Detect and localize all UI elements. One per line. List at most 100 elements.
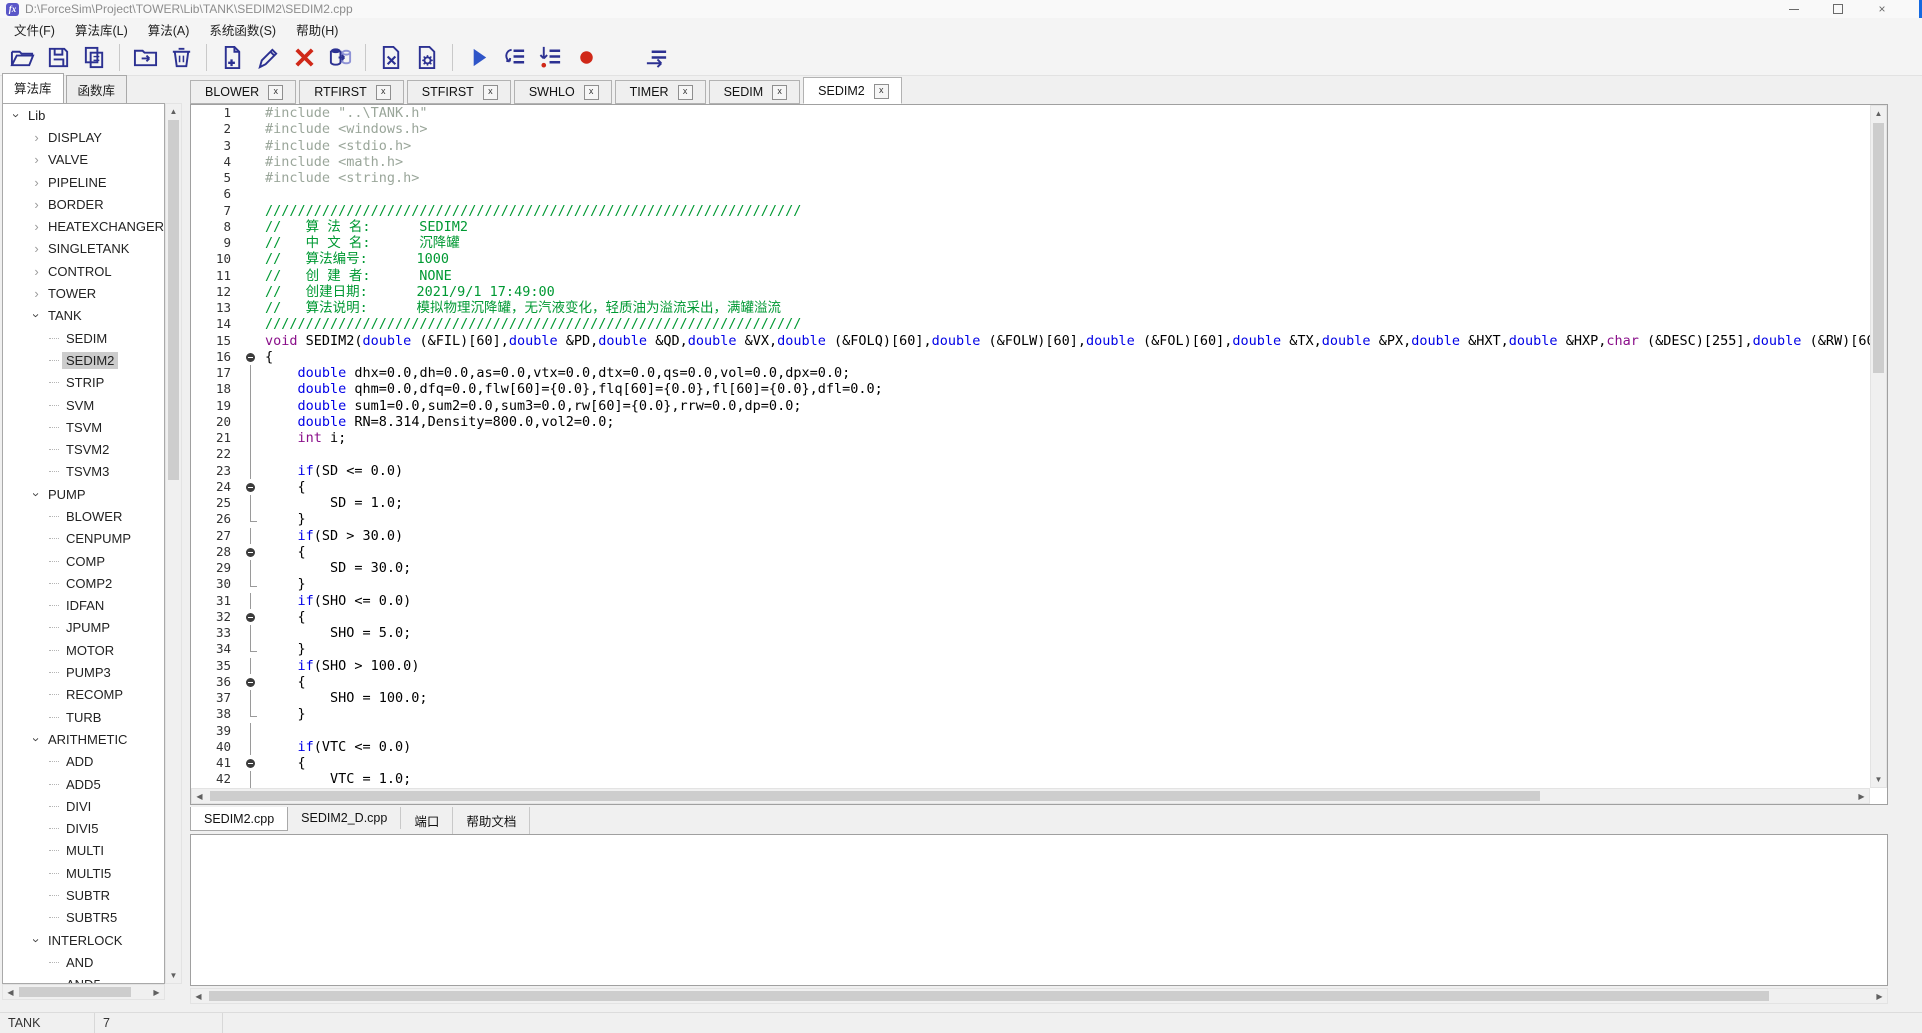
tree-item-blower[interactable]: BLOWER [3,505,164,527]
scroll-right-icon[interactable]: ▶ [1854,789,1869,803]
chevron-right-icon[interactable]: › [29,220,44,233]
file-view-tab-sedim2-d-cpp[interactable]: SEDIM2_D.cpp [288,807,401,829]
tree-item-add5[interactable]: ADD5 [3,773,164,795]
file-view-tab-sedim2-cpp[interactable]: SEDIM2.cpp [190,807,288,831]
tree-item-subtr[interactable]: SUBTR [3,884,164,906]
step-into-button[interactable] [532,42,568,74]
tree-item-valve[interactable]: ›VALVE [3,149,164,171]
tree-item-heatexchanger[interactable]: ›HEATEXCHANGER [3,215,164,237]
tree-item-tower[interactable]: ›TOWER [3,282,164,304]
scrollbar-thumb[interactable] [1873,123,1884,373]
scrollbar-thumb[interactable] [168,120,179,480]
scrollbar-thumb[interactable] [19,987,131,997]
chevron-down-icon[interactable]: › [10,108,23,123]
paste-button[interactable] [76,42,112,74]
tree-item-recomp[interactable]: RECOMP [3,684,164,706]
tree-item-comp[interactable]: COMP [3,550,164,572]
tree-item-and5[interactable]: AND5 [3,974,164,984]
tree-item-add[interactable]: ADD [3,751,164,773]
chevron-down-icon[interactable]: › [30,308,43,323]
open-button[interactable] [4,42,40,74]
tree-item-cenpump[interactable]: CENPUMP [3,528,164,550]
chevron-right-icon[interactable]: › [29,265,44,278]
chevron-right-icon[interactable]: › [29,242,44,255]
menu-item-3[interactable]: 系统函数(S) [199,18,286,41]
fold-collapse-icon[interactable] [239,479,263,495]
close-button[interactable]: × [1860,0,1904,18]
tab-close-icon[interactable]: x [874,84,889,99]
tree-item-svm[interactable]: SVM [3,394,164,416]
chevron-right-icon[interactable]: › [29,287,44,300]
menu-item-2[interactable]: 算法(A) [138,18,200,41]
chevron-right-icon[interactable]: › [29,176,44,189]
doc-tab-sedim[interactable]: SEDIMx [709,80,801,104]
tree-item-comp2[interactable]: COMP2 [3,572,164,594]
scroll-left-icon[interactable]: ◀ [3,985,18,999]
tab-close-icon[interactable]: x [483,85,498,100]
tree-item-multi[interactable]: MULTI [3,840,164,862]
scroll-down-icon[interactable]: ▼ [1871,772,1886,787]
tree-item-motor[interactable]: MOTOR [3,639,164,661]
tree-item-sedim[interactable]: SEDIM [3,327,164,349]
tree-item-tank[interactable]: ›TANK [3,305,164,327]
goto-button[interactable] [638,42,674,74]
fold-collapse-icon[interactable] [239,674,263,690]
build-file-button[interactable] [373,42,409,74]
tree-item-pump[interactable]: ›PUMP [3,483,164,505]
tab-close-icon[interactable]: x [376,85,391,100]
tab-close-icon[interactable]: x [678,85,693,100]
scroll-up-icon[interactable]: ▲ [1871,106,1886,121]
tree-item-divi[interactable]: DIVI [3,795,164,817]
sidebar-tab-active[interactable]: 算法库 [2,73,64,103]
doc-tab-sedim2[interactable]: SEDIM2x [803,77,902,104]
record-button[interactable] [568,42,604,74]
chevron-right-icon[interactable]: › [29,153,44,166]
new-file-button[interactable] [214,42,250,74]
file-view-tab---[interactable]: 端口 [401,807,453,834]
scrollbar-thumb[interactable] [209,991,1769,1001]
tree-item-display[interactable]: ›DISPLAY [3,126,164,148]
menu-item-1[interactable]: 算法库(L) [65,18,138,41]
save-button[interactable] [40,42,76,74]
doc-tab-stfirst[interactable]: STFIRSTx [407,80,511,104]
chevron-right-icon[interactable]: › [29,198,44,211]
step-over-button[interactable] [496,42,532,74]
tree-item-singletank[interactable]: ›SINGLETANK [3,238,164,260]
tree-item-subtr5[interactable]: SUBTR5 [3,907,164,929]
fold-collapse-icon[interactable] [239,755,263,771]
minimize-button[interactable] [1772,0,1816,18]
doc-tab-swhlo[interactable]: SWHLOx [514,80,612,104]
tree-item-pipeline[interactable]: ›PIPELINE [3,171,164,193]
tree-item-multi5[interactable]: MULTI5 [3,862,164,884]
restore-button[interactable] [1816,0,1860,18]
sidebar-horizontal-scrollbar[interactable]: ◀ ▶ [2,984,165,1000]
doc-tab-rtfirst[interactable]: RTFIRSTx [299,80,404,104]
tree-item-arithmetic[interactable]: ›ARITHMETIC [3,728,164,750]
tab-close-icon[interactable]: x [772,85,787,100]
chevron-right-icon[interactable]: › [29,131,44,144]
scrollbar-thumb[interactable] [210,791,1540,801]
tree-item-tsvm[interactable]: TSVM [3,416,164,438]
editor-horizontal-scrollbar[interactable]: ◀ ▶ [191,788,1870,804]
tree-item-border[interactable]: ›BORDER [3,193,164,215]
delete-item-button[interactable] [163,42,199,74]
scroll-right-icon[interactable]: ▶ [149,985,164,999]
tree-item-interlock[interactable]: ›INTERLOCK [3,929,164,951]
chevron-down-icon[interactable]: › [30,487,43,502]
fold-collapse-icon[interactable] [239,349,263,365]
tab-close-icon[interactable]: x [268,85,283,100]
export-folder-button[interactable] [127,42,163,74]
tree-item-pump3[interactable]: PUMP3 [3,661,164,683]
output-horizontal-scrollbar[interactable]: ◀ ▶ [190,988,1888,1004]
scroll-down-icon[interactable]: ▼ [166,968,181,983]
tree-item-strip[interactable]: STRIP [3,372,164,394]
tree-item-sedim2[interactable]: SEDIM2 [3,349,164,371]
menu-item-4[interactable]: 帮助(H) [286,18,348,41]
run-button[interactable] [460,42,496,74]
tree-item-idfan[interactable]: IDFAN [3,595,164,617]
editor-vertical-scrollbar[interactable]: ▲ ▼ [1870,105,1887,788]
edit-button[interactable] [250,42,286,74]
doc-tab-blower[interactable]: BLOWERx [190,80,296,104]
menu-item-0[interactable]: 文件(F) [4,18,65,41]
db-transfer-button[interactable] [322,42,358,74]
